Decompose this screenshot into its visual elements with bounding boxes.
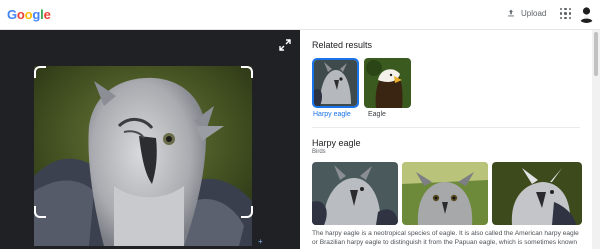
related-results-title: Related results [312,40,373,50]
image-viewer: + [0,30,300,249]
query-image [34,66,252,246]
entity-image[interactable] [312,162,398,225]
related-thumbnail[interactable] [312,58,359,108]
crop-corner[interactable] [241,66,253,78]
upload-icon [508,9,514,17]
upload-label: Upload [521,8,547,18]
entity-image[interactable] [492,162,582,225]
logo-letter: e [43,7,51,22]
logo-letter: o [24,7,33,22]
entity-subtitle: Birds [312,149,326,155]
expand-icon[interactable] [279,39,291,51]
entity-image[interactable] [402,162,488,225]
top-bar: Google Upload [0,0,600,30]
logo-letter: g [32,7,41,22]
related-caption[interactable]: Eagle [368,111,386,118]
crop-corner[interactable] [34,206,46,218]
google-logo[interactable]: Google [7,7,51,22]
results-panel: Related results Harpy eagle Eagle Harpy … [300,30,592,249]
related-caption[interactable]: Harpy eagle [313,111,351,118]
crop-corner[interactable] [34,66,46,78]
account-avatar[interactable] [577,4,596,23]
section-divider [312,127,580,128]
logo-letter: G [7,7,17,22]
logo-letter: o [16,7,25,22]
entity-title[interactable]: Harpy eagle [312,138,361,148]
apps-grid-icon[interactable] [560,8,571,19]
scrollbar-thumb[interactable] [594,32,598,76]
crop-corner[interactable] [241,206,253,218]
related-thumbnail[interactable] [364,58,411,108]
upload-button[interactable]: Upload [506,8,546,18]
add-icon: + [258,237,263,246]
entity-description: The harpy eagle is a neotropical species… [312,230,579,249]
